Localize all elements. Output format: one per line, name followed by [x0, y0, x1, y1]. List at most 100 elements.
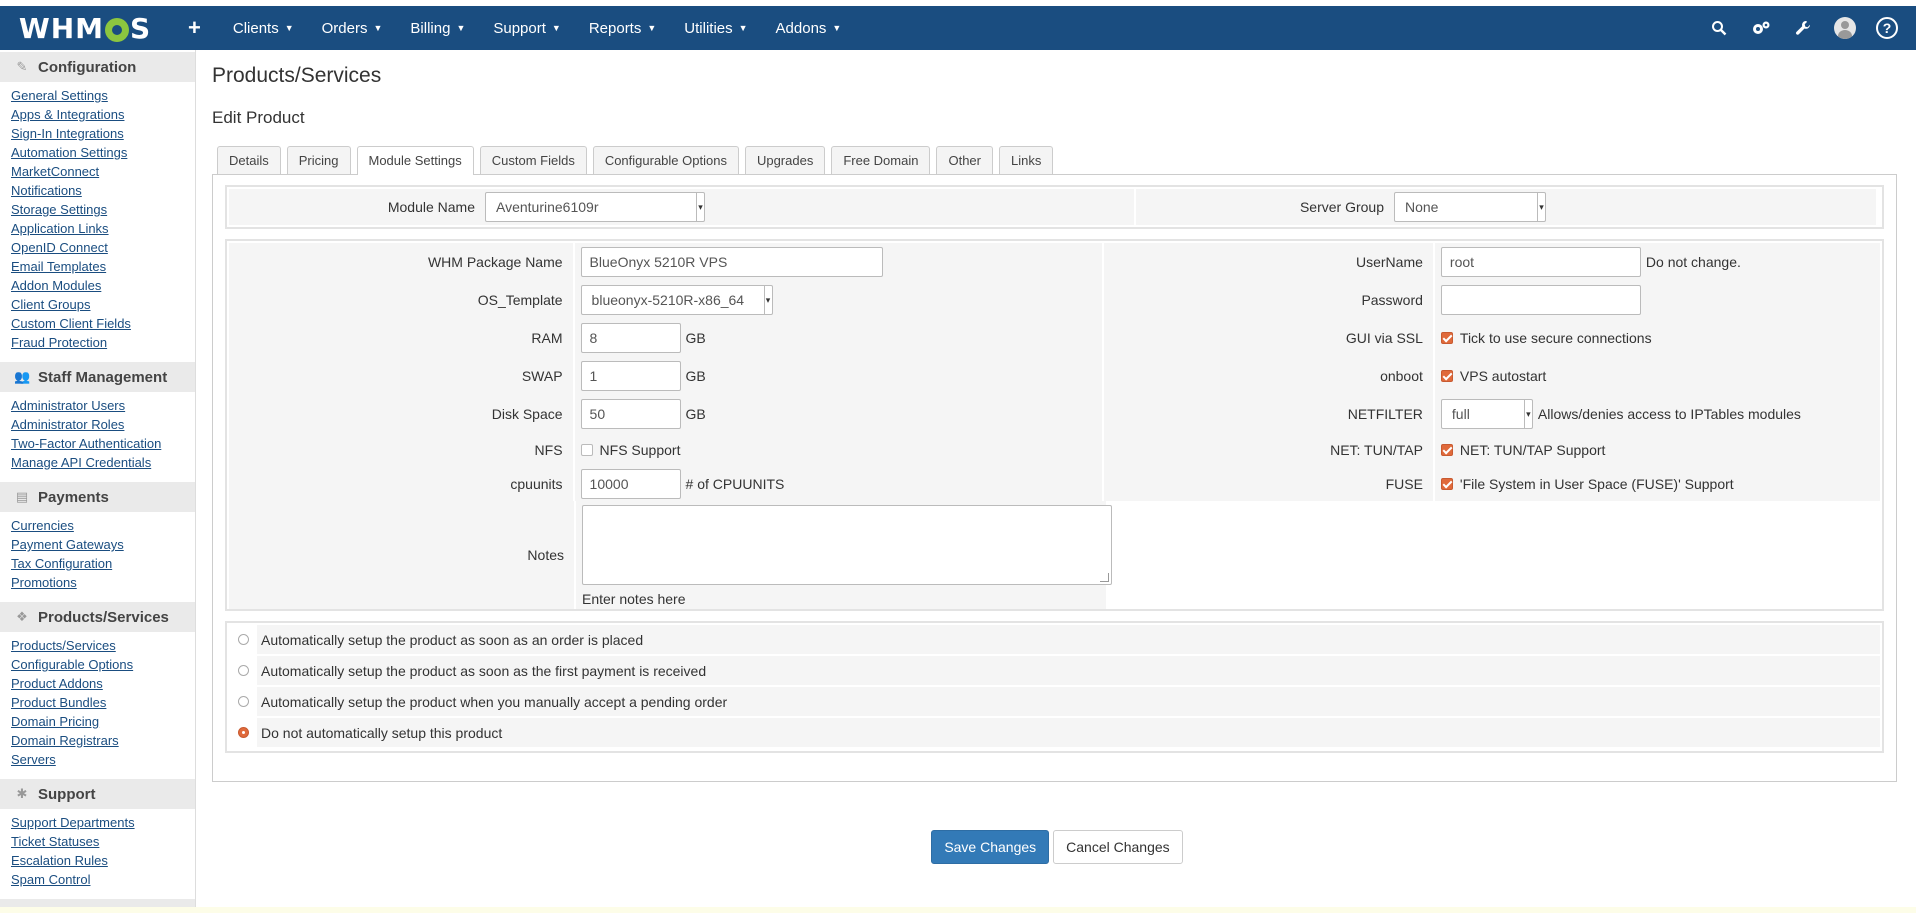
sidebar-item-storage-settings[interactable]: Storage Settings — [11, 200, 195, 219]
sidebar-item-openid-connect[interactable]: OpenID Connect — [11, 238, 195, 257]
setup-option-radio[interactable] — [237, 727, 249, 738]
sidebar-item-manage-api-credentials[interactable]: Manage API Credentials — [11, 453, 195, 472]
password-input[interactable] — [1440, 285, 1641, 315]
setup-option-label[interactable]: Automatically setup the product when you… — [261, 694, 727, 710]
nav-support[interactable]: Support ▼ — [479, 6, 574, 50]
module-config-grid: WHM Package Name BlueOnyx 5210R VPS User… — [225, 239, 1884, 611]
tab-links[interactable]: Links — [998, 146, 1054, 174]
sidebar-item-escalation-rules[interactable]: Escalation Rules — [11, 851, 195, 870]
fuse-checkbox[interactable] — [1440, 478, 1453, 490]
sidebar-item-configurable-options[interactable]: Configurable Options — [11, 655, 195, 674]
tab-upgrades[interactable]: Upgrades — [744, 146, 826, 174]
nav-clients[interactable]: Clients ▼ — [219, 6, 308, 50]
dropdown-arrow-icon: ▾ — [763, 286, 772, 314]
sidebar-item-servers[interactable]: Servers — [11, 750, 195, 769]
nav-addons[interactable]: Addons ▼ — [762, 6, 856, 50]
config-row: NFS NFS Support NET: TUN/TAP NET: TUN/TA… — [229, 433, 1880, 467]
sidebar-item-products-services[interactable]: Products/Services — [11, 636, 195, 655]
sidebar-item-fraud-protection[interactable]: Fraud Protection — [11, 333, 195, 352]
chevron-down-icon: ▼ — [738, 23, 748, 33]
sidebar-item-email-templates[interactable]: Email Templates — [11, 257, 195, 276]
sidebar-item-tax-configuration[interactable]: Tax Configuration — [11, 554, 195, 573]
sidebar-section-support: ✱ Support — [0, 779, 195, 809]
nav-orders[interactable]: Orders ▼ — [308, 6, 397, 50]
setup-option-radio[interactable] — [237, 696, 249, 707]
sidebar-item-spam-control[interactable]: Spam Control — [11, 870, 195, 889]
whm-package-label: WHM Package Name — [229, 243, 573, 281]
sidebar-item-two-factor-authentication[interactable]: Two-Factor Authentication — [11, 434, 195, 453]
netfilter-select[interactable]: full ▾ — [1440, 399, 1533, 429]
help-icon[interactable]: ? — [1866, 6, 1908, 50]
sidebar-item-application-links[interactable]: Application Links — [11, 219, 195, 238]
tab-pricing[interactable]: Pricing — [286, 146, 351, 174]
users-icon: 👥 — [14, 369, 31, 384]
sidebar-item-notifications[interactable]: Notifications — [11, 181, 195, 200]
tab-module-settings[interactable]: Module Settings — [356, 146, 474, 175]
cpuunits-input[interactable]: 10000 — [580, 469, 681, 499]
sidebar-item-ticket-statuses[interactable]: Ticket Statuses — [11, 832, 195, 851]
gui-ssl-checkbox[interactable] — [1440, 332, 1453, 344]
setup-option-label[interactable]: Automatically setup the product as soon … — [261, 663, 706, 679]
tab-free-domain[interactable]: Free Domain — [831, 146, 931, 174]
add-new-button[interactable]: + — [170, 6, 219, 50]
sidebar-item-administrator-users[interactable]: Administrator Users — [11, 396, 195, 415]
sidebar-item-custom-client-fields[interactable]: Custom Client Fields — [11, 314, 195, 333]
notes-textarea[interactable] — [582, 505, 1112, 585]
tab-custom-fields[interactable]: Custom Fields — [479, 146, 587, 174]
search-icon[interactable] — [1698, 6, 1740, 50]
setup-option-label[interactable]: Automatically setup the product as soon … — [261, 632, 643, 648]
sidebar-item-currencies[interactable]: Currencies — [11, 516, 195, 535]
config-row: WHM Package Name BlueOnyx 5210R VPS User… — [229, 243, 1880, 281]
os-template-select[interactable]: blueonyx-5210R-x86_64 ▾ — [580, 285, 773, 315]
username-label: UserName — [1104, 243, 1433, 281]
sidebar-item-payment-gateways[interactable]: Payment Gateways — [11, 535, 195, 554]
sidebar-item-administrator-roles[interactable]: Administrator Roles — [11, 415, 195, 434]
sidebar-item-domain-registrars[interactable]: Domain Registrars — [11, 731, 195, 750]
sidebar-item-promotions[interactable]: Promotions — [11, 573, 195, 592]
save-changes-button[interactable]: Save Changes — [931, 830, 1050, 864]
setup-option-radio[interactable] — [237, 634, 249, 645]
tab-other[interactable]: Other — [936, 146, 993, 174]
sidebar-item-automation-settings[interactable]: Automation Settings — [11, 143, 195, 162]
password-label: Password — [1104, 281, 1433, 319]
whm-package-input[interactable]: BlueOnyx 5210R VPS — [580, 247, 883, 277]
config-row: SWAP 1 GB onboot VPS autostart — [229, 357, 1880, 395]
nfs-label: NFS — [229, 433, 573, 467]
nav-billing[interactable]: Billing ▼ — [396, 6, 479, 50]
sidebar-item-product-bundles[interactable]: Product Bundles — [11, 693, 195, 712]
chevron-down-icon: ▼ — [373, 23, 383, 33]
sidebar-item-addon-modules[interactable]: Addon Modules — [11, 276, 195, 295]
whmcs-logo[interactable]: WHM S — [0, 6, 170, 50]
sidebar-item-general-settings[interactable]: General Settings — [11, 86, 195, 105]
nfs-checkbox[interactable] — [580, 444, 593, 456]
cancel-changes-button[interactable]: Cancel Changes — [1053, 830, 1183, 864]
sidebar-item-product-addons[interactable]: Product Addons — [11, 674, 195, 693]
nav-reports[interactable]: Reports ▼ — [575, 6, 670, 50]
setup-option-label[interactable]: Do not automatically setup this product — [261, 725, 502, 741]
sidebar-item-sign-in-integrations[interactable]: Sign-In Integrations — [11, 124, 195, 143]
page-subtitle: Edit Product — [212, 108, 305, 127]
nav-utilities[interactable]: Utilities ▼ — [670, 6, 761, 50]
username-input[interactable]: root — [1440, 247, 1641, 277]
sidebar-item-domain-pricing[interactable]: Domain Pricing — [11, 712, 195, 731]
swap-input[interactable]: 1 — [580, 361, 681, 391]
notes-label: Notes — [229, 501, 574, 609]
config-row: Disk Space 50 GB NETFILTER full ▾ Allows/de… — [229, 395, 1880, 433]
onboot-checkbox[interactable] — [1440, 370, 1453, 382]
wrench-icon[interactable] — [1782, 6, 1824, 50]
gears-icon[interactable] — [1740, 6, 1782, 50]
disk-space-input[interactable]: 50 — [580, 399, 681, 429]
sidebar-item-apps-integrations[interactable]: Apps & Integrations — [11, 105, 195, 124]
setup-option-radio[interactable] — [237, 665, 249, 676]
main-content: Products/Services Edit Product Details Pr… — [212, 50, 1902, 864]
ram-input[interactable]: 8 — [580, 323, 681, 353]
tab-details[interactable]: Details — [217, 146, 281, 174]
server-group-select[interactable]: None ▾ — [1394, 192, 1546, 222]
sidebar-item-client-groups[interactable]: Client Groups — [11, 295, 195, 314]
tab-configurable-options[interactable]: Configurable Options — [592, 146, 739, 174]
sidebar-item-marketconnect[interactable]: MarketConnect — [11, 162, 195, 181]
module-name-select[interactable]: Aventurine6109r ▾ — [485, 192, 705, 222]
avatar-icon[interactable] — [1824, 6, 1866, 50]
tuntap-checkbox[interactable] — [1440, 444, 1453, 456]
sidebar-item-support-departments[interactable]: Support Departments — [11, 813, 195, 832]
